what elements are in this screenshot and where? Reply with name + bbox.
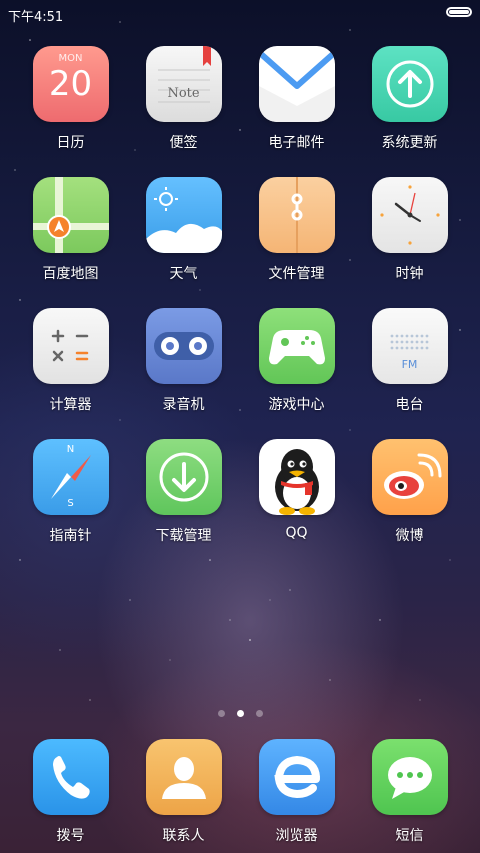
app-label: 录音机 (162, 397, 205, 413)
app-weather[interactable]: 天气 (127, 177, 240, 283)
page-dot-2[interactable] (236, 710, 244, 717)
calculator-icon (32, 308, 109, 384)
app-clock[interactable]: 时钟 (353, 177, 466, 283)
game-center-icon (258, 308, 335, 384)
app-label: 短信 (395, 828, 424, 844)
compass-icon: N S (32, 439, 109, 515)
app-label: 电子邮件 (268, 135, 325, 151)
page-dot-3[interactable] (255, 710, 263, 717)
dock-contacts[interactable]: 联系人 (127, 739, 240, 845)
app-calendar[interactable]: MON 20 日历 (14, 46, 127, 152)
messages-icon (371, 739, 448, 815)
app-label: 计算器 (49, 397, 92, 413)
app-qq[interactable]: QQ (240, 439, 353, 541)
calendar-icon: MON 20 (32, 46, 109, 122)
dock-browser[interactable]: 浏览器 (240, 739, 353, 845)
radio-fm-label: FM (401, 358, 418, 371)
qq-icon (258, 439, 335, 515)
radio-icon: FM (371, 308, 448, 384)
app-label: QQ (285, 525, 308, 541)
dock-phone[interactable]: 拨号 (14, 739, 127, 845)
battery-icon (446, 7, 472, 17)
app-label: 系统更新 (381, 135, 438, 151)
app-radio[interactable]: FM 电台 (353, 308, 466, 414)
clock-icon (371, 177, 448, 253)
compass-north: N (66, 444, 75, 455)
app-label: 百度地图 (42, 266, 99, 282)
notes-lines (157, 46, 211, 103)
phone-icon (32, 739, 109, 815)
app-label: 日历 (56, 135, 85, 151)
notes-text: Note (167, 86, 200, 101)
app-label: 文件管理 (268, 266, 325, 282)
app-compass[interactable]: N S 指南针 (14, 439, 127, 545)
file-manager-icon (258, 177, 335, 253)
app-email[interactable]: 电子邮件 (240, 46, 353, 152)
app-label: 微博 (395, 528, 424, 544)
app-label: 电台 (395, 397, 424, 413)
recorder-icon (145, 308, 222, 384)
weather-icon (145, 177, 222, 253)
page-indicator[interactable] (0, 702, 480, 721)
app-label: 时钟 (395, 266, 424, 282)
notes-icon: Note (145, 46, 222, 122)
app-weibo[interactable]: 微博 (353, 439, 466, 545)
app-label: 拨号 (56, 828, 85, 844)
baidu-maps-icon (32, 177, 109, 253)
app-label: 便签 (169, 135, 198, 151)
app-download-manager[interactable]: 下载管理 (127, 439, 240, 545)
app-label: 天气 (169, 266, 198, 282)
calendar-day: MON (58, 53, 83, 64)
email-icon (258, 46, 335, 122)
system-update-icon (371, 46, 448, 122)
app-label: 指南针 (49, 528, 92, 544)
download-manager-icon (145, 439, 222, 515)
app-baidu-maps[interactable]: 百度地图 (14, 177, 127, 283)
app-notes[interactable]: Note 便签 (127, 46, 240, 152)
status-time: 下午4:51 (8, 10, 64, 25)
app-label: 浏览器 (275, 828, 318, 844)
app-label: 游戏中心 (268, 397, 325, 413)
app-calculator[interactable]: 计算器 (14, 308, 127, 414)
dock-messages[interactable]: 短信 (353, 739, 466, 845)
app-game-center[interactable]: 游戏中心 (240, 308, 353, 414)
contacts-icon (145, 739, 222, 815)
app-file-manager[interactable]: 文件管理 (240, 177, 353, 283)
page-dot-1[interactable] (217, 710, 225, 717)
app-system-update[interactable]: 系统更新 (353, 46, 466, 152)
app-label: 下载管理 (155, 528, 212, 544)
weibo-icon (371, 439, 448, 515)
app-recorder[interactable]: 录音机 (127, 308, 240, 414)
status-bar: 下午4:51 (0, 0, 480, 26)
calendar-date: 20 (48, 64, 93, 104)
app-label: 联系人 (162, 828, 205, 844)
browser-icon (258, 739, 335, 815)
compass-south: S (67, 498, 74, 509)
